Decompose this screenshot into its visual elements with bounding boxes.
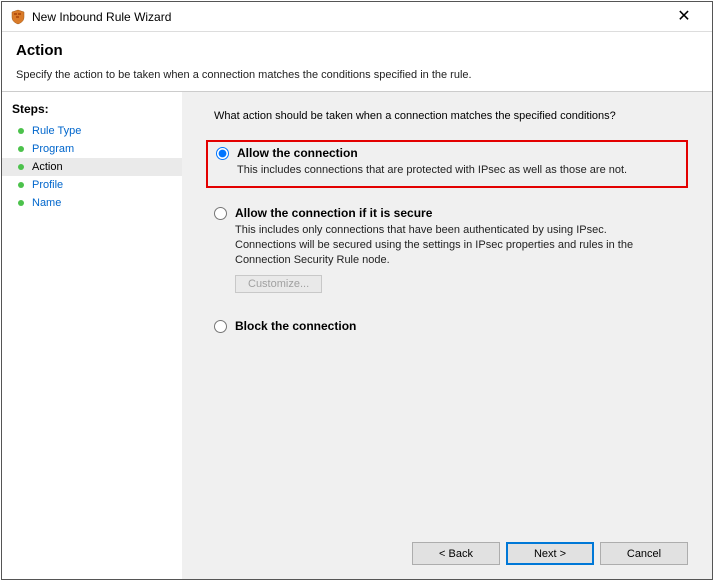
option-title: Block the connection	[235, 319, 356, 333]
next-button[interactable]: Next >	[506, 542, 594, 565]
bullet-icon	[18, 146, 24, 152]
option-allow-secure: Allow the connection if it is secure Thi…	[206, 202, 688, 302]
sidebar-item-action[interactable]: Action	[2, 158, 182, 176]
sidebar-item-label: Action	[32, 161, 63, 173]
wizard-header: Action Specify the action to be taken wh…	[2, 32, 712, 92]
sidebar-item-label[interactable]: Program	[32, 143, 74, 155]
option-title: Allow the connection if it is secure	[235, 206, 432, 220]
option-desc: This includes only connections that have…	[235, 223, 665, 268]
window-title: New Inbound Rule Wizard	[32, 10, 664, 24]
sidebar-item-label[interactable]: Profile	[32, 179, 63, 191]
option-block: Block the connection	[206, 315, 688, 341]
sidebar-item-name[interactable]: Name	[2, 194, 182, 212]
cancel-button[interactable]: Cancel	[600, 542, 688, 565]
option-allow: Allow the connection This includes conne…	[206, 140, 688, 188]
sidebar-item-rule-type[interactable]: Rule Type	[2, 122, 182, 140]
radio-allow[interactable]	[216, 147, 229, 160]
wizard-body: Steps: Rule Type Program Action Profile …	[2, 92, 712, 579]
radio-block[interactable]	[214, 320, 227, 333]
bullet-icon	[18, 182, 24, 188]
wizard-footer: < Back Next > Cancel	[206, 530, 688, 565]
customize-button: Customize...	[235, 275, 322, 293]
bullet-icon	[18, 200, 24, 206]
back-button[interactable]: < Back	[412, 542, 500, 565]
wizard-window: New Inbound Rule Wizard ✕ Action Specify…	[1, 1, 713, 580]
page-subtitle: Specify the action to be taken when a co…	[16, 69, 698, 81]
close-icon[interactable]: ✕	[664, 3, 704, 31]
question-text: What action should be taken when a conne…	[214, 110, 688, 122]
bullet-icon	[18, 164, 24, 170]
titlebar: New Inbound Rule Wizard ✕	[2, 2, 712, 32]
bullet-icon	[18, 128, 24, 134]
content-panel: What action should be taken when a conne…	[182, 92, 712, 579]
option-desc: This includes connections that are prote…	[237, 163, 667, 178]
sidebar-item-label[interactable]: Rule Type	[32, 125, 81, 137]
radio-allow-secure[interactable]	[214, 207, 227, 220]
sidebar-item-label[interactable]: Name	[32, 197, 61, 209]
steps-sidebar: Steps: Rule Type Program Action Profile …	[2, 92, 182, 579]
sidebar-item-program[interactable]: Program	[2, 140, 182, 158]
sidebar-item-profile[interactable]: Profile	[2, 176, 182, 194]
firewall-icon	[10, 9, 26, 25]
option-title: Allow the connection	[237, 146, 358, 160]
page-title: Action	[16, 42, 698, 59]
steps-title: Steps:	[2, 100, 182, 122]
